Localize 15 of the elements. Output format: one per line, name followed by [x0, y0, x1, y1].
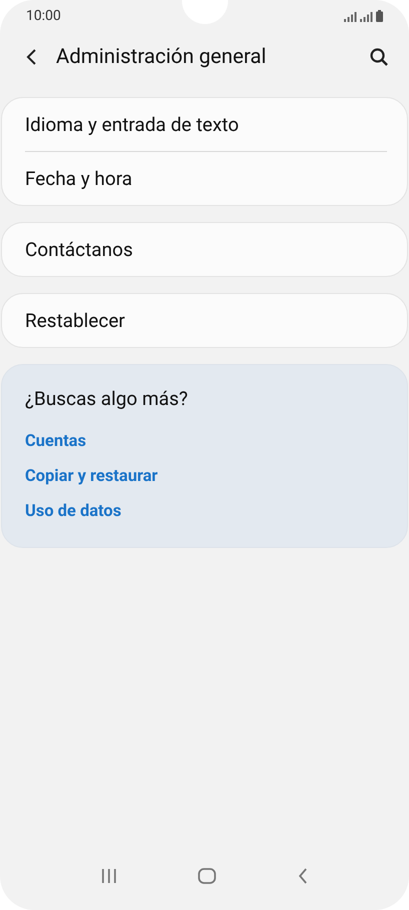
settings-item[interactable]: Fecha y hora [2, 152, 407, 205]
suggestions-title: ¿Buscas algo más? [25, 387, 189, 410]
signal-icon [360, 12, 373, 22]
signal-icon [344, 12, 357, 22]
suggestion-link[interactable]: Uso de datos [25, 494, 384, 529]
settings-item[interactable]: Idioma y entrada de texto [2, 98, 407, 151]
status-time: 10:00 [26, 8, 61, 24]
suggestion-link[interactable]: Copiar y restaurar [25, 459, 384, 494]
suggestion-link[interactable]: Cuentas [25, 424, 384, 459]
battery-icon [376, 10, 383, 22]
recents-icon[interactable] [100, 869, 116, 883]
home-icon[interactable] [198, 868, 216, 884]
settings-item[interactable]: Restablecer [2, 294, 407, 347]
page-title: Administración general [56, 45, 268, 69]
settings-item[interactable]: Contáctanos [2, 223, 407, 276]
